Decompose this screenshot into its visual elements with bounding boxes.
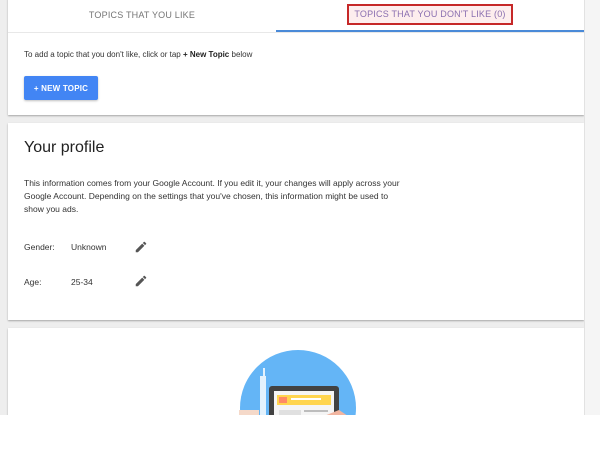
tab-topics-you-dont-like-label: TOPICS THAT YOU DON'T LIKE (0) <box>347 4 513 25</box>
age-label: Age: <box>24 277 42 287</box>
pencil-icon <box>135 241 147 253</box>
add-topic-help-text: To add a topic that you don't like, clic… <box>24 50 252 59</box>
ad-settings-page: TOPICS THAT YOU LIKE TOPICS THAT YOU DON… <box>0 0 600 450</box>
illustration-card <box>8 328 584 415</box>
age-value: 25-34 <box>71 277 93 287</box>
tab-topics-you-dont-like[interactable]: TOPICS THAT YOU DON'T LIKE (0) <box>276 0 584 31</box>
tab-topics-you-like[interactable]: TOPICS THAT YOU LIKE <box>8 0 276 31</box>
scrollbar-edge[interactable] <box>584 0 600 415</box>
profile-card: Your profile This information comes from… <box>8 123 584 320</box>
help-text-emphasis: + New Topic <box>182 50 230 59</box>
profile-description: This information comes from your Google … <box>24 178 400 214</box>
edit-age-button[interactable] <box>134 274 148 288</box>
gender-value: Unknown <box>71 242 107 252</box>
page-background: TOPICS THAT YOU LIKE TOPICS THAT YOU DON… <box>0 0 600 415</box>
pencil-icon <box>135 275 147 287</box>
help-text-suffix: below <box>229 50 253 59</box>
tab-topics-you-like-label: TOPICS THAT YOU LIKE <box>88 9 196 20</box>
topics-tabs: TOPICS THAT YOU LIKE TOPICS THAT YOU DON… <box>8 0 584 33</box>
active-tab-indicator <box>276 30 584 32</box>
blank-area <box>0 415 600 450</box>
help-text-prefix: To add a topic that you don't like, clic… <box>24 50 183 59</box>
new-topic-button[interactable]: + NEW TOPIC <box>24 76 98 100</box>
edit-gender-button[interactable] <box>134 240 148 254</box>
profile-title: Your profile <box>24 139 105 156</box>
topics-card: TOPICS THAT YOU LIKE TOPICS THAT YOU DON… <box>8 0 584 115</box>
gender-label: Gender: <box>24 242 55 252</box>
tablet-illustration <box>239 350 356 415</box>
